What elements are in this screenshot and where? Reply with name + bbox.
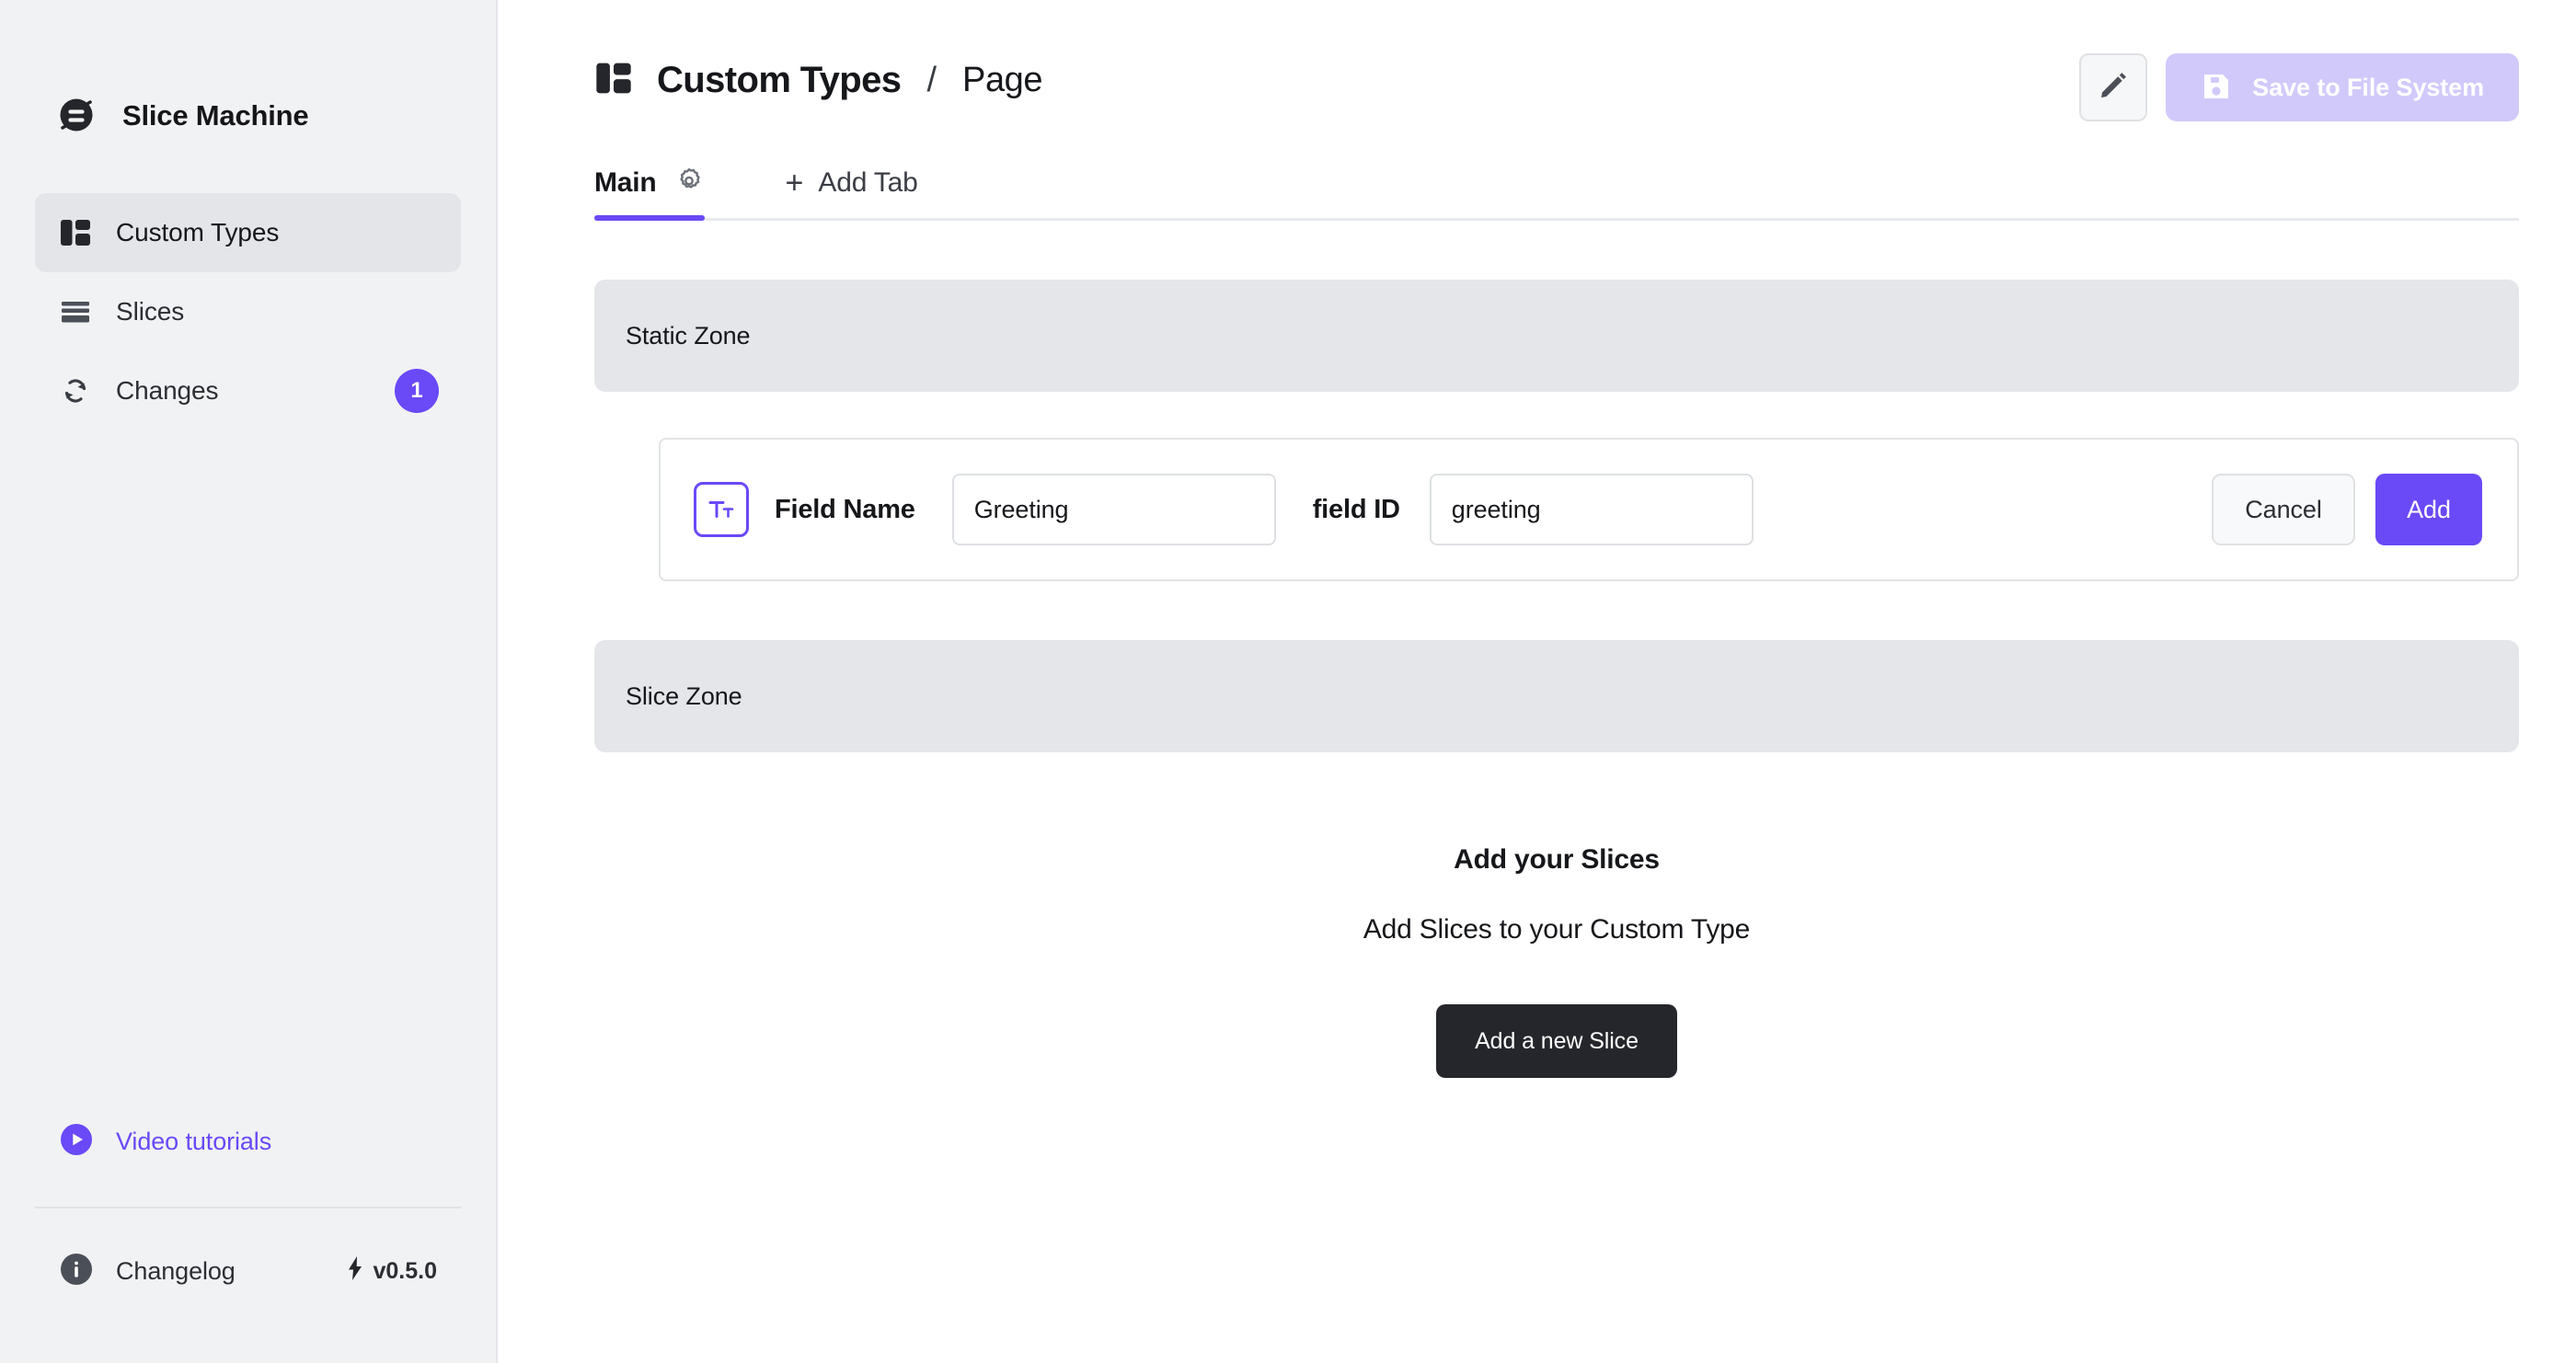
tab-label: Main [594, 167, 657, 198]
version-label: v0.5.0 [373, 1257, 437, 1284]
info-circle-icon [59, 1252, 94, 1291]
sidebar-item-label: Custom Types [116, 218, 280, 246]
add-tab-button[interactable]: + Add Tab [786, 148, 918, 218]
field-row-actions: Cancel Add [2212, 474, 2482, 545]
floppy-disk-icon [2201, 71, 2232, 105]
field-id-input[interactable] [1429, 474, 1754, 545]
field-name-label: Field Name [775, 494, 915, 524]
brand: Slice Machine [0, 0, 496, 143]
stack-icon [59, 295, 92, 328]
version-indicator: v0.5.0 [345, 1255, 437, 1288]
field-editor-row: Field Name field ID Cancel Add [659, 438, 2519, 581]
sidebar-item-label: Slices [116, 297, 185, 326]
changelog-link[interactable]: Changelog v0.5.0 [35, 1243, 461, 1299]
tab-bar: Main + Add Tab [594, 151, 2519, 221]
static-zone-header: Static Zone [594, 280, 2519, 392]
changelog-label: Changelog [116, 1256, 236, 1285]
sidebar: Slice Machine Custom Types Slices Change… [0, 0, 498, 1363]
sidebar-divider [35, 1207, 461, 1208]
lightning-bolt-icon [345, 1255, 365, 1288]
breadcrumb-separator: / [926, 61, 937, 99]
gear-icon[interactable] [673, 166, 705, 201]
plus-icon: + [785, 166, 804, 200]
empty-state-subtitle: Add Slices to your Custom Type [1363, 914, 1751, 945]
brand-name: Slice Machine [122, 98, 309, 132]
layout-icon [59, 216, 92, 249]
sidebar-item-slices[interactable]: Slices [35, 272, 461, 351]
sidebar-nav: Custom Types Slices Changes 1 [0, 193, 496, 430]
content-area: Static Zone Field Name field ID Can [498, 280, 2576, 1078]
empty-state-title: Add your Slices [1454, 844, 1660, 875]
layout-icon [594, 59, 633, 102]
tab-main[interactable]: Main [594, 148, 712, 221]
sidebar-item-custom-types[interactable]: Custom Types [35, 193, 461, 272]
field-id-label: field ID [1312, 494, 1400, 524]
video-tutorials-label: Video tutorials [116, 1127, 272, 1155]
slice-zone-empty-state: Add your Slices Add Slices to your Custo… [594, 844, 2519, 1078]
page-title: Page [962, 61, 1043, 99]
sidebar-item-changes[interactable]: Changes 1 [35, 351, 461, 430]
slice-machine-logo-icon [52, 91, 100, 139]
save-to-file-system-button[interactable]: Save to File System [2166, 53, 2519, 121]
text-field-type-icon [694, 482, 749, 537]
slice-zone-title: Slice Zone [626, 682, 742, 710]
add-button[interactable]: Add [2375, 474, 2482, 545]
video-tutorials-link[interactable]: Video tutorials [35, 1111, 461, 1172]
app-root: Slice Machine Custom Types Slices Change… [0, 0, 2576, 1363]
field-name-input[interactable] [951, 474, 1276, 545]
main-content: Custom Types / Page Save to File System … [498, 0, 2576, 1363]
breadcrumb-root[interactable]: Custom Types [657, 62, 902, 98]
top-actions: Save to File System [2079, 53, 2519, 121]
edit-button[interactable] [2079, 53, 2148, 121]
add-tab-label: Add Tab [818, 167, 918, 198]
sidebar-item-label: Changes [116, 376, 219, 405]
topbar: Custom Types / Page Save to File System [498, 0, 2576, 121]
add-new-slice-button[interactable]: Add a new Slice [1436, 1004, 1677, 1078]
static-zone-title: Static Zone [626, 321, 751, 349]
status-badge: 1 [395, 369, 439, 413]
play-circle-icon [59, 1122, 94, 1162]
slice-zone-header: Slice Zone [594, 640, 2519, 752]
save-button-label: Save to File System [2252, 73, 2484, 101]
pencil-icon [2098, 70, 2129, 106]
sidebar-footer: Video tutorials Changelog v0.5.0 [0, 1111, 496, 1363]
refresh-icon [59, 374, 92, 407]
cancel-button[interactable]: Cancel [2212, 474, 2355, 545]
breadcrumb: Custom Types / Page [594, 53, 1043, 107]
